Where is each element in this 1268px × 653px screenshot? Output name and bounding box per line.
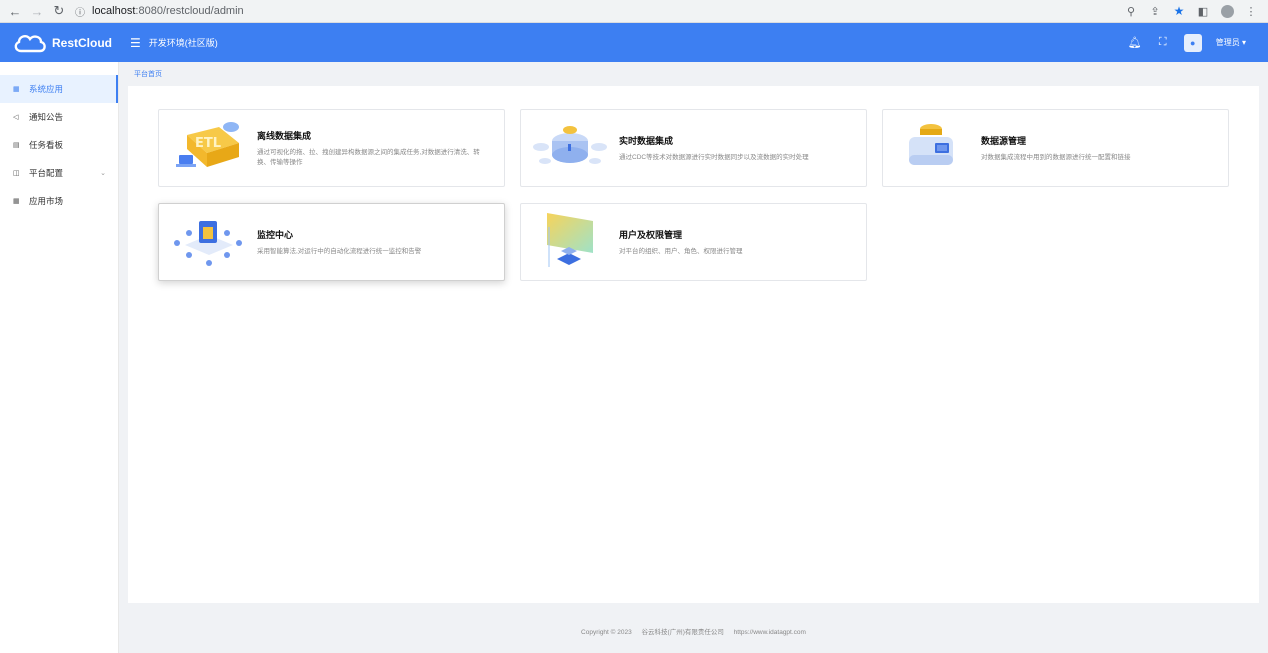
app-header: RestCloud ☰ 开发环境(社区版) 🔔︎ ⛶ ● 管理员 ▾ [0,23,1268,62]
card-user-permission[interactable]: 用户及权限管理 对平台的组织、用户、角色、权限进行管理 [520,203,867,281]
footer-copyright: Copyright © 2023 [581,629,632,636]
browser-toolbar: ← → ↻ ⓘ localhost:8080/restcloud/admin ⚲… [0,0,1268,23]
forward-arrow-icon[interactable]: → [26,1,48,21]
bookmark-star-icon[interactable]: ★ [1170,2,1188,20]
fullscreen-icon[interactable]: ⛶ [1156,36,1170,49]
megaphone-icon: ◁ [13,114,19,121]
profile-icon[interactable] [1218,2,1236,20]
browser-menu-icon[interactable]: ⋮ [1242,2,1260,20]
side-panel-icon[interactable]: ◧ [1194,2,1212,20]
cloud-logo-icon [14,34,46,52]
back-arrow-icon[interactable]: ← [4,1,26,21]
datasource-illustration-icon [909,124,953,165]
sidebar-item-label: 系统应用 [29,84,64,94]
footer-company: 谷云科技(广州)有限责任公司 [641,629,724,636]
sidebar: ▦ 系统应用 ◁ 通知公告 ▤ 任务看板 ◫ 平台配置 ⌄ ▦ 应用市场 [0,62,119,653]
card-title: 数据源管理 [981,135,1027,146]
card-desc: 采用智能算法,对运行中的自动化流程进行统一监控和告警 [257,247,422,255]
settings-icon: ◫ [13,170,20,177]
grid-icon: ▦ [13,86,20,93]
main-content: ETL 离线数据集成 通过可视化的拖、拉、拽创建异构数据源之间的集成任务,对数据… [128,86,1259,603]
site-info-icon[interactable]: ⓘ [72,3,88,19]
sidebar-item-system-apps[interactable]: ▦ 系统应用 [0,75,118,103]
sidebar-item-label: 平台配置 [29,168,64,178]
card-datasource-management[interactable]: 数据源管理 对数据集成流程中用到的数据源进行统一配置和链接 [882,109,1229,187]
sidebar-item-label: 通知公告 [29,112,64,122]
sidebar-item-label: 应用市场 [29,196,64,206]
card-title: 离线数据集成 [257,130,312,141]
card-desc: 通过CDC等技术对数据源进行实时数据同步以及流数据的实时处理 [619,153,809,161]
sidebar-item-platform-config[interactable]: ◫ 平台配置 ⌄ [0,159,118,187]
reload-icon[interactable]: ↻ [48,1,70,21]
card-title: 实时数据集成 [619,135,674,146]
logo[interactable]: RestCloud [12,32,120,54]
card-title: 用户及权限管理 [619,229,683,240]
card-desc: 通过可视化的拖、拉、拽创建异构数据源之间的集成任务,对数据进行清洗、转换、传输等… [257,148,480,166]
footer: Copyright © 2023 谷云科技(广州)有限责任公司 https://… [119,626,1268,636]
card-desc: 对数据集成流程中用到的数据源进行统一配置和链接 [981,153,1131,161]
avatar[interactable]: ● [1183,33,1202,52]
sidebar-item-app-market[interactable]: ▦ 应用市场 [0,187,118,215]
card-desc: 对平台的组织、用户、角色、权限进行管理 [619,247,743,255]
sidebar-item-notices[interactable]: ◁ 通知公告 [0,103,118,131]
bell-icon[interactable]: 🔔︎ [1128,36,1142,49]
address-bar[interactable]: ⓘ localhost:8080/restcloud/admin [72,2,1122,21]
card-offline-integration[interactable]: ETL 离线数据集成 通过可视化的拖、拉、拽创建异构数据源之间的集成任务,对数据… [158,109,505,187]
zoom-icon[interactable]: ⚲ [1122,2,1140,20]
user-permission-illustration-icon [547,213,593,267]
menu-toggle-icon[interactable]: ☰ [130,36,141,50]
grid-icon: ▦ [13,198,20,205]
user-menu[interactable]: 管理员 ▾ [1216,37,1246,48]
realtime-illustration-icon [533,126,607,164]
monitoring-illustration-icon [174,221,242,266]
svg-text:ETL: ETL [195,136,221,151]
env-label: 开发环境(社区版) [148,38,218,48]
etl-illustration-icon: ETL [176,122,239,167]
sidebar-item-label: 任务看板 [29,140,64,150]
chevron-down-icon: ⌄ [100,170,106,177]
logo-text: RestCloud [52,35,112,50]
breadcrumb[interactable]: 平台首页 [134,69,162,79]
footer-link[interactable]: https://www.idatagpt.com [734,629,806,636]
card-title: 监控中心 [257,229,294,240]
url-text[interactable]: localhost:8080/restcloud/admin [92,5,244,17]
card-realtime-integration[interactable]: 实时数据集成 通过CDC等技术对数据源进行实时数据同步以及流数据的实时处理 [520,109,867,187]
calendar-icon: ▤ [13,142,20,149]
card-monitoring-center[interactable]: 监控中心 采用智能算法,对运行中的自动化流程进行统一监控和告警 [158,203,505,281]
sidebar-item-task-board[interactable]: ▤ 任务看板 [0,131,118,159]
share-icon[interactable]: ⇪ [1146,2,1164,20]
